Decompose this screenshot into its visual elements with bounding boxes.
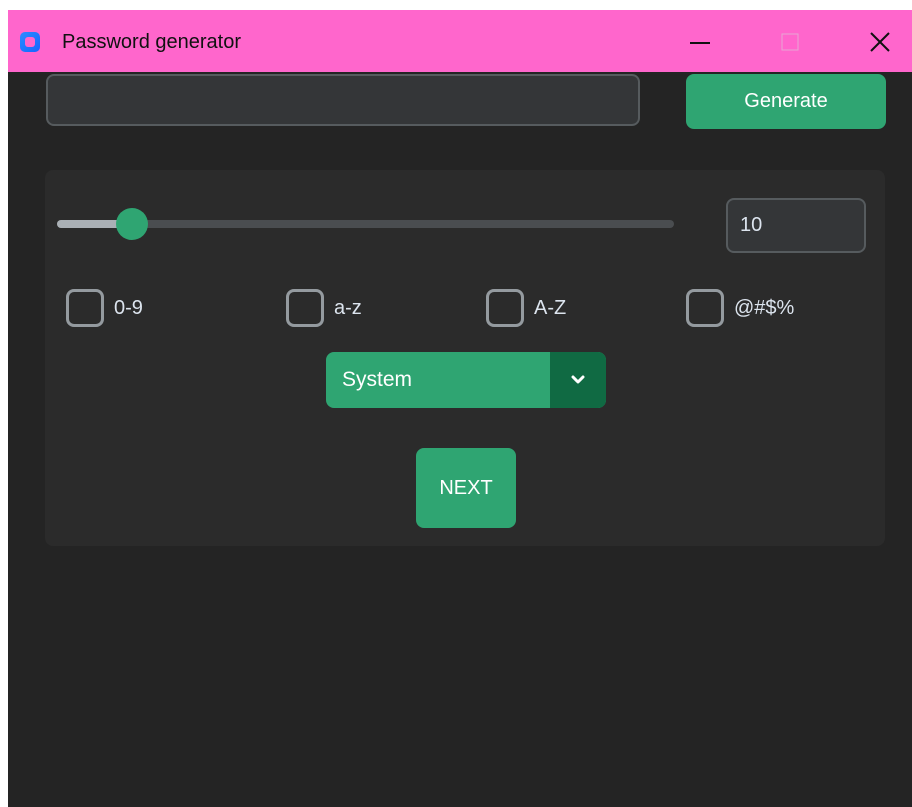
length-slider-thumb[interactable] bbox=[115, 208, 148, 240]
maximize-icon bbox=[781, 33, 799, 51]
settings-panel: 10 0-9 a-z A-Z @#$% System NEXT bbox=[45, 170, 885, 546]
password-output-field[interactable] bbox=[46, 74, 640, 126]
title-bar: Password generator bbox=[8, 10, 912, 72]
maximize-button[interactable] bbox=[760, 22, 820, 62]
minimize-icon bbox=[690, 42, 710, 44]
checkbox-box[interactable] bbox=[286, 289, 324, 327]
close-icon bbox=[870, 32, 890, 52]
theme-dropdown[interactable]: System bbox=[326, 352, 606, 408]
uppercase-checkbox[interactable]: A-Z bbox=[486, 285, 566, 331]
special-chars-checkbox[interactable]: @#$% bbox=[686, 285, 794, 331]
checkbox-box[interactable] bbox=[486, 289, 524, 327]
window-title: Password generator bbox=[62, 31, 241, 53]
chevron-down-icon bbox=[571, 375, 585, 384]
digits-checkbox[interactable]: 0-9 bbox=[66, 285, 143, 331]
checkbox-label: a-z bbox=[334, 296, 362, 319]
lowercase-checkbox[interactable]: a-z bbox=[286, 285, 362, 331]
next-button[interactable]: NEXT bbox=[416, 448, 516, 528]
checkbox-label: @#$% bbox=[734, 296, 795, 319]
checkbox-box[interactable] bbox=[686, 289, 724, 327]
length-entry[interactable]: 10 bbox=[726, 198, 866, 253]
dropdown-value: System bbox=[342, 368, 413, 391]
app-icon bbox=[20, 32, 40, 52]
checkbox-label: A-Z bbox=[534, 296, 567, 319]
length-slider[interactable] bbox=[57, 220, 674, 228]
generate-button[interactable]: Generate bbox=[686, 74, 886, 129]
app-window: Password generator Generate 10 0-9 a-z A… bbox=[8, 10, 912, 807]
close-button[interactable] bbox=[850, 22, 910, 62]
checkbox-box[interactable] bbox=[66, 289, 104, 327]
dropdown-arrow-button[interactable] bbox=[550, 352, 606, 408]
minimize-button[interactable] bbox=[670, 22, 730, 62]
checkbox-label: 0-9 bbox=[114, 296, 143, 319]
